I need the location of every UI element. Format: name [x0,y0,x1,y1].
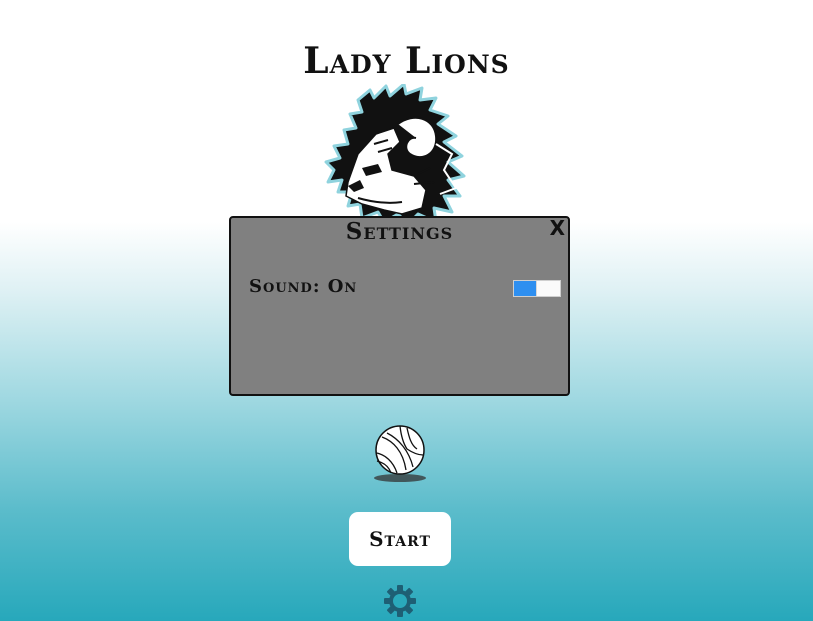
settings-dialog-title: Settings [345,218,454,245]
sound-label: Sound: On [249,276,358,297]
volleyball-icon [374,425,426,482]
lion-head-icon [324,84,466,224]
gear-icon[interactable] [383,584,417,618]
sound-toggle[interactable] [513,280,561,297]
start-button[interactable]: Start [349,512,451,566]
close-button[interactable]: X [550,216,565,240]
sound-toggle-fill [514,281,537,296]
game-title: Lady Lions [303,40,510,82]
sound-toggle-knob [536,281,560,296]
settings-dialog: Settings X Sound: On [229,216,570,396]
